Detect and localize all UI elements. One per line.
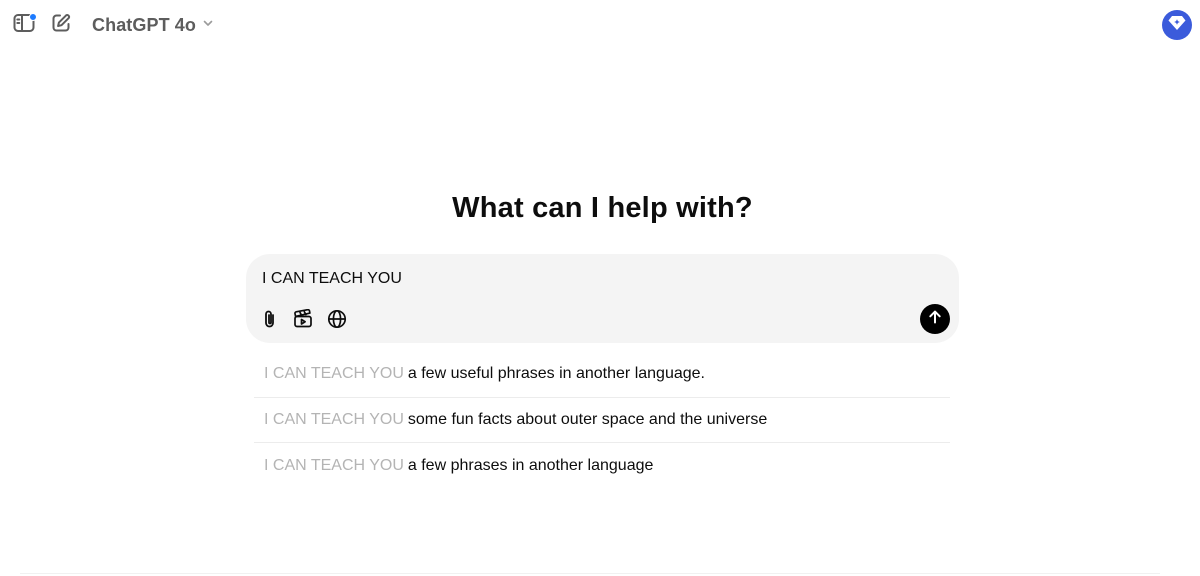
attach-icon [261, 309, 279, 334]
new-chat-icon [51, 13, 71, 38]
message-composer [246, 254, 959, 343]
model-selector[interactable]: ChatGPT 4o [84, 10, 222, 40]
suggestion-item[interactable]: I CAN TEACH YOU a few phrases in another… [254, 443, 950, 489]
globe-icon [327, 309, 347, 334]
upgrade-avatar-button[interactable] [1162, 10, 1192, 40]
new-chat-button[interactable] [45, 9, 77, 41]
top-bar: ChatGPT 4o [0, 0, 1200, 50]
prompt-input[interactable] [262, 267, 882, 291]
send-button[interactable] [920, 304, 950, 334]
video-clapper-icon [293, 308, 313, 334]
suggestion-item[interactable]: I CAN TEACH YOU some fun facts about out… [254, 398, 950, 443]
web-search-button[interactable] [322, 306, 352, 336]
suggestion-completion: a few useful phrases in another language… [407, 365, 705, 383]
chat-page: ChatGPT 4o What can I help with? I CAN T… [0, 0, 1200, 576]
autocomplete-suggestions: I CAN TEACH YOU a few useful phrases in … [254, 352, 950, 489]
sidebar-toggle-button[interactable] [8, 9, 40, 41]
suggestion-completion: some fun facts about outer space and the… [407, 410, 768, 428]
arrow-up-icon [927, 309, 943, 330]
suggestion-prefix: I CAN TEACH YOU [264, 365, 404, 383]
upgrade-diamond-icon [1168, 15, 1186, 36]
video-button[interactable] [288, 306, 318, 336]
page-headline: What can I help with? [452, 192, 753, 224]
suggestion-completion: a few phrases in another language [407, 456, 654, 474]
bottom-divider [20, 573, 1160, 574]
suggestion-prefix: I CAN TEACH YOU [264, 456, 404, 474]
notification-dot [29, 13, 37, 21]
chevron-down-icon [202, 16, 214, 34]
model-name: ChatGPT 4o [92, 14, 197, 35]
suggestion-prefix: I CAN TEACH YOU [264, 410, 404, 428]
suggestion-item[interactable]: I CAN TEACH YOU a few useful phrases in … [254, 352, 950, 398]
attach-button[interactable] [255, 306, 285, 336]
